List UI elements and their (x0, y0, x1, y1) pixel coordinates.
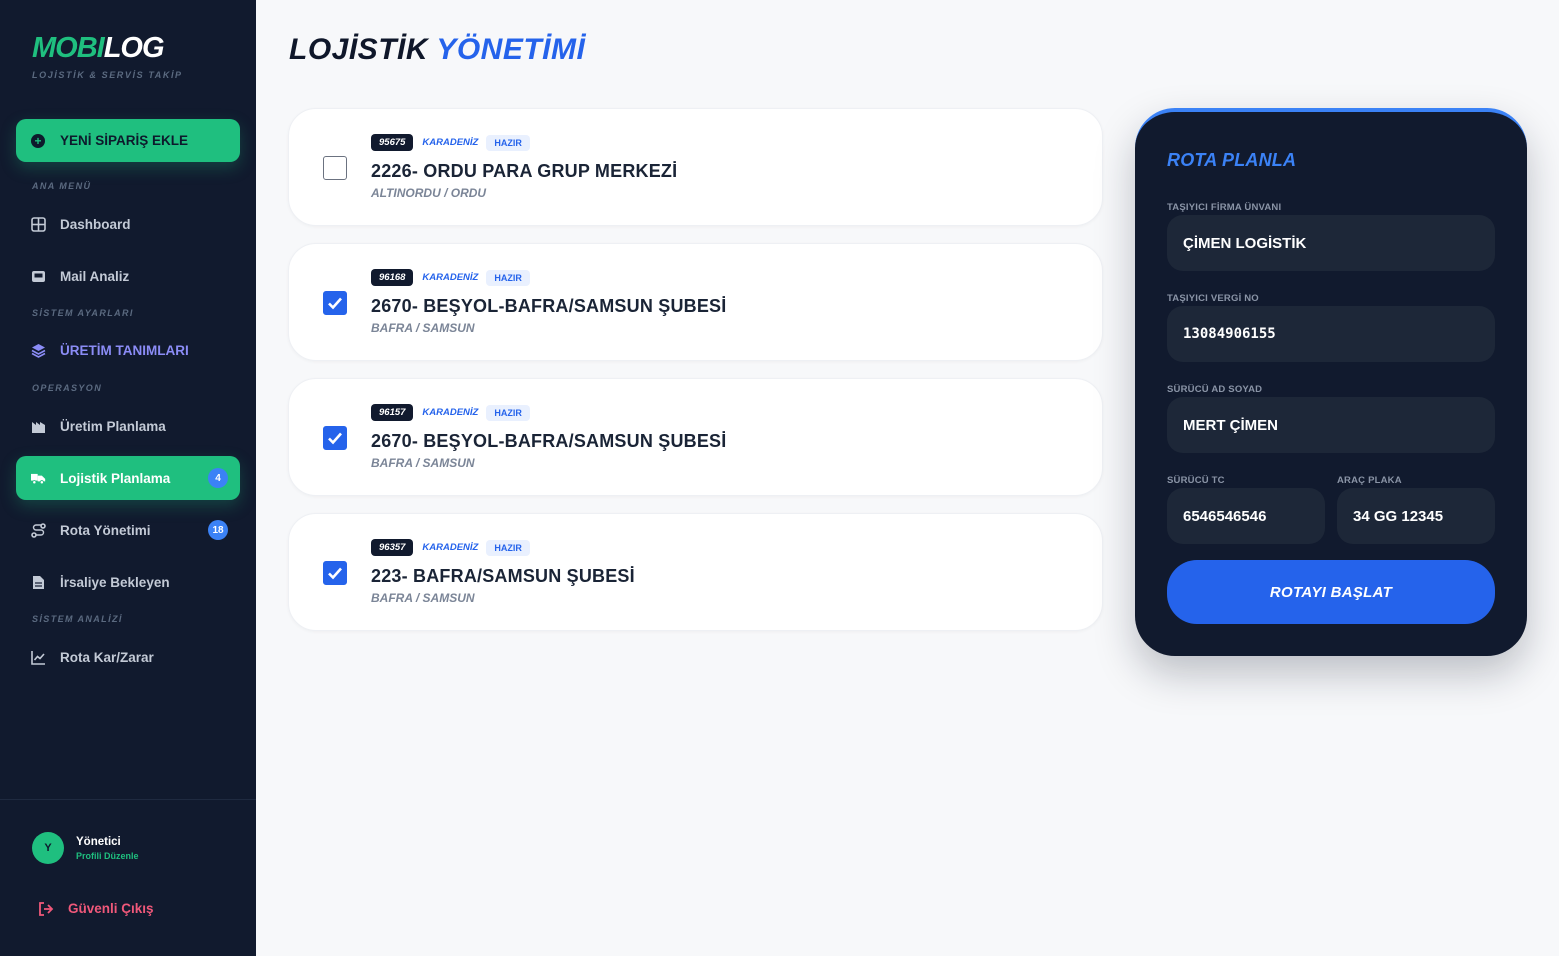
tax-number-label: TAŞIYICI VERGİ NO (1167, 293, 1259, 304)
order-card[interactable]: 96357 KARADENİZ HAZIR 223- BAFRA/SAMSUN … (288, 513, 1103, 631)
truck-icon (31, 471, 46, 486)
order-checkbox[interactable] (323, 426, 347, 450)
sidebar-item-irsaliye-bekleyen[interactable]: İrsaliye Bekleyen (16, 560, 240, 604)
carrier-label: TAŞIYICI FİRMA ÜNVANI (1167, 202, 1282, 213)
page-title: LOJİSTİK YÖNETİMİ (289, 33, 586, 66)
section-label-settings: SİSTEM AYARLARI (32, 308, 134, 318)
logout-icon (38, 901, 54, 916)
order-id-badge: 96357 (371, 539, 414, 556)
driver-name-label: SÜRÜCÜ AD SOYAD (1167, 384, 1263, 395)
region-label: KARADENİZ (422, 272, 479, 283)
order-title: 2226- ORDU PARA GRUP MERKEZİ (371, 161, 678, 181)
order-checkbox[interactable] (323, 291, 347, 315)
sidebar-item-label: Rota Kar/Zarar (60, 649, 154, 665)
tax-number-field[interactable]: 13084906155 (1167, 306, 1495, 362)
sidebar-item-rota-yonetimi[interactable]: Rota Yönetimi 18 (16, 508, 240, 552)
check-icon (328, 297, 342, 310)
sidebar-divider (0, 799, 256, 800)
order-title: 2670- BEŞYOL-BAFRA/SAMSUN ŞUBESİ (371, 431, 727, 451)
sidebar-item-dashboard[interactable]: Dashboard (16, 202, 240, 246)
brand-logo[interactable]: MOBILOG LOJİSTİK & SERVİS TAKİP (32, 32, 183, 81)
section-label-operations: OPERASYON (32, 383, 103, 393)
region-label: KARADENİZ (422, 542, 479, 553)
section-label-analysis: SİSTEM ANALİZİ (32, 614, 123, 624)
sidebar-item-label: İrsaliye Bekleyen (60, 574, 170, 590)
driver-tc-label: SÜRÜCÜ TC (1167, 475, 1225, 486)
sidebar-item-lojistik-planlama[interactable]: Lojistik Planlama 4 (16, 456, 240, 500)
avatar: Y (32, 832, 64, 864)
status-badge: HAZIR (486, 404, 530, 421)
order-checkbox[interactable] (323, 156, 347, 180)
status-badge: HAZIR (486, 269, 530, 286)
region-label: KARADENİZ (422, 407, 479, 418)
order-location: BAFRA / SAMSUN (371, 321, 475, 335)
edit-profile-link[interactable]: Profili Düzenle (76, 851, 139, 861)
sidebar-item-uretim-tanimlari[interactable]: ÜRETİM TANIMLARI (16, 328, 240, 372)
order-id-badge: 95675 (371, 134, 414, 151)
order-id-badge: 96168 (371, 269, 414, 286)
status-badge: HAZIR (486, 134, 530, 151)
start-route-button[interactable]: ROTAYI BAŞLAT (1167, 560, 1495, 624)
check-icon (328, 432, 342, 445)
order-id-badge: 96157 (371, 404, 414, 421)
plus-circle-icon: + (31, 133, 45, 148)
order-title: 223- BAFRA/SAMSUN ŞUBESİ (371, 566, 635, 586)
sidebar: MOBILOG LOJİSTİK & SERVİS TAKİP + YENİ S… (0, 0, 256, 956)
sidebar-item-label: ÜRETİM TANIMLARI (60, 342, 189, 358)
driver-name-field[interactable]: MERT ÇİMEN (1167, 397, 1495, 453)
order-card[interactable]: 96168 KARADENİZ HAZIR 2670- BEŞYOL-BAFRA… (288, 243, 1103, 361)
sidebar-item-label: Üretim Planlama (60, 418, 166, 434)
order-checkbox[interactable] (323, 561, 347, 585)
sidebar-item-label: Lojistik Planlama (60, 470, 171, 486)
route-panel-title: ROTA PLANLA (1167, 150, 1297, 170)
sidebar-item-uretim-planlama[interactable]: Üretim Planlama (16, 404, 240, 448)
route-icon (31, 522, 46, 538)
section-label-main: ANA MENÜ (32, 181, 92, 191)
logout-label: Güvenli Çıkış (68, 901, 154, 916)
factory-icon (31, 419, 46, 434)
profile-name: Yönetici (76, 835, 121, 848)
order-title: 2670- BEŞYOL-BAFRA/SAMSUN ŞUBESİ (371, 296, 727, 316)
grid-icon (31, 216, 46, 232)
carrier-field[interactable]: ÇİMEN LOGİSTİK (1167, 215, 1495, 271)
order-location: ALTINORDU / ORDU (371, 186, 487, 200)
brand-name: MOBILOG (32, 32, 165, 64)
layers-icon (31, 343, 46, 358)
driver-tc-field[interactable]: 6546546546 (1167, 488, 1325, 544)
logout-button[interactable]: Güvenli Çıkış (38, 901, 154, 916)
count-badge: 18 (208, 520, 228, 540)
brand-tagline: LOJİSTİK & SERVİS TAKİP (32, 70, 183, 80)
document-icon (31, 575, 46, 590)
chart-line-icon (31, 650, 46, 665)
sidebar-item-rota-kar-zarar[interactable]: Rota Kar/Zarar (16, 635, 240, 679)
count-badge: 4 (208, 468, 228, 488)
order-location: BAFRA / SAMSUN (371, 456, 475, 470)
order-location: BAFRA / SAMSUN (371, 591, 475, 605)
status-badge: HAZIR (486, 539, 530, 556)
route-plan-panel: ROTA PLANLA TAŞIYICI FİRMA ÜNVANI ÇİMEN … (1135, 108, 1527, 656)
sidebar-item-mail-analiz[interactable]: Mail Analiz (16, 254, 240, 298)
mail-box-icon (31, 269, 46, 284)
sidebar-item-label: Mail Analiz (60, 268, 130, 284)
sidebar-item-label: Rota Yönetimi (60, 522, 151, 538)
user-profile[interactable]: Y Yönetici Profili Düzenle (32, 832, 139, 864)
order-card[interactable]: 96157 KARADENİZ HAZIR 2670- BEŞYOL-BAFRA… (288, 378, 1103, 496)
vehicle-plate-field[interactable]: 34 GG 12345 (1337, 488, 1495, 544)
region-label: KARADENİZ (422, 137, 479, 148)
vehicle-plate-label: ARAÇ PLAKA (1337, 475, 1402, 486)
check-icon (328, 567, 342, 580)
new-order-label: YENİ SİPARİŞ EKLE (60, 133, 189, 148)
sidebar-item-label: Dashboard (60, 216, 131, 232)
order-card[interactable]: 95675 KARADENİZ HAZIR 2226- ORDU PARA GR… (288, 108, 1103, 226)
new-order-button[interactable]: + YENİ SİPARİŞ EKLE (16, 119, 240, 162)
